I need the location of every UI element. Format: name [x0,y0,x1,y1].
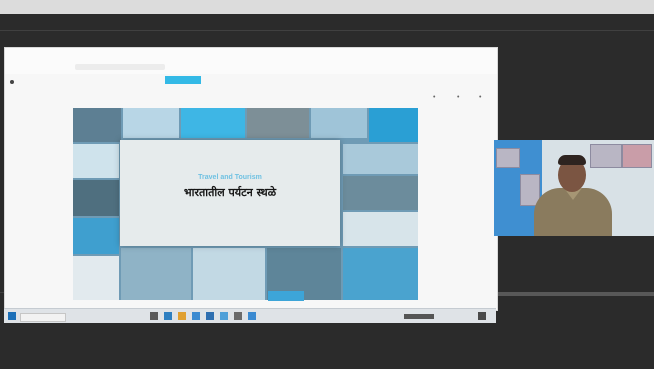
window-title-area [75,64,165,70]
scan-line [0,30,654,31]
app-icon[interactable] [206,312,214,320]
slide-photo [73,144,119,178]
wall-poster [496,148,520,168]
present-button[interactable] [165,76,201,84]
maximize-icon[interactable]: • [457,94,459,101]
slide-photo [343,248,418,300]
taskbar [4,308,496,323]
app-icon[interactable] [234,312,242,320]
window-menu-dot[interactable] [10,80,14,84]
browser-icon[interactable] [164,312,172,320]
slide-photo [343,212,418,246]
system-tray-icons[interactable] [404,314,434,319]
wall-poster [622,144,652,168]
slide-photo [121,248,191,300]
slide-caption-badge [268,291,304,301]
slide-photo [73,256,119,300]
slide-photo [247,108,309,138]
slide-photo [181,108,245,138]
participant-video-tile[interactable] [494,140,654,236]
slide-photo [343,176,418,210]
minimize-icon[interactable]: • [433,94,435,101]
wall-poster [590,144,622,168]
task-view-icon[interactable] [150,312,158,320]
slide-photo [369,108,418,142]
slide-title-card: Travel and Tourism भारतातील पर्यटन स्थळे [120,140,340,246]
slide-photo [311,108,367,138]
slide-subtitle: Travel and Tourism [198,174,262,181]
slide-photo [343,144,418,174]
screen-edge-strip [498,292,654,296]
slide-photo [73,218,119,254]
top-band [0,0,654,14]
folder-icon[interactable] [178,312,186,320]
more-icon[interactable]: • [479,94,481,101]
window-toolbar [5,48,497,74]
slide-photo [73,108,121,142]
participant-hair [558,155,586,165]
app-icon[interactable] [220,312,228,320]
taskbar-search-input[interactable] [20,313,66,322]
app-icon[interactable] [248,312,256,320]
slide-photo [123,108,179,138]
slide-title: भारतातील पर्यटन स्थळे [183,186,277,199]
start-icon[interactable] [8,312,16,320]
app-icon[interactable] [192,312,200,320]
slide-photo [193,248,265,300]
notification-icon[interactable] [478,312,486,320]
slide-photo [73,180,119,216]
